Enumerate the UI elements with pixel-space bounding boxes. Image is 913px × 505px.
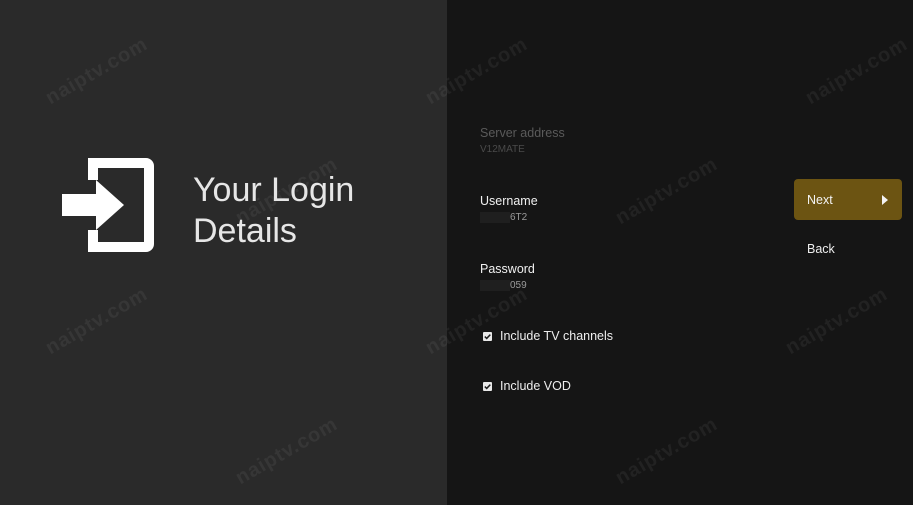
include-tv-channels-checkbox[interactable]: Include TV channels: [483, 329, 613, 343]
username-value: 6T2: [480, 211, 538, 224]
checkbox-checked-icon[interactable]: [483, 331, 492, 341]
page-title-line-1: Your Login: [193, 171, 355, 209]
password-field[interactable]: Password 059: [480, 261, 535, 292]
checkbox-checked-icon[interactable]: [483, 381, 492, 391]
server-address-value: V12MATE: [480, 144, 525, 155]
back-button[interactable]: Back: [807, 242, 835, 256]
password-redaction: [480, 279, 510, 291]
password-visible-text: 059: [510, 280, 527, 291]
login-icon: [62, 158, 154, 252]
page-title-line-2: Details: [193, 212, 297, 250]
right-panel: [447, 0, 913, 505]
server-address-field: Server address V12MATE: [480, 125, 565, 156]
next-button-label: Next: [807, 192, 833, 207]
next-button[interactable]: Next: [794, 179, 902, 220]
username-redaction: [480, 211, 510, 223]
include-vod-label: Include VOD: [500, 379, 571, 393]
username-label: Username: [480, 194, 538, 208]
page-title: Your Login Details: [193, 170, 354, 252]
username-field[interactable]: Username 6T2: [480, 193, 538, 224]
include-tv-channels-label: Include TV channels: [500, 329, 614, 343]
server-address-label: Server address: [480, 126, 565, 140]
username-visible-text: 6T2: [510, 212, 528, 223]
play-arrow-icon: [882, 194, 888, 205]
include-vod-checkbox[interactable]: Include VOD: [483, 379, 571, 393]
password-label: Password: [480, 262, 535, 276]
password-value: 059: [480, 279, 535, 292]
login-details-screen: naiptv.com naiptv.com naiptv.com naiptv.…: [0, 0, 913, 505]
